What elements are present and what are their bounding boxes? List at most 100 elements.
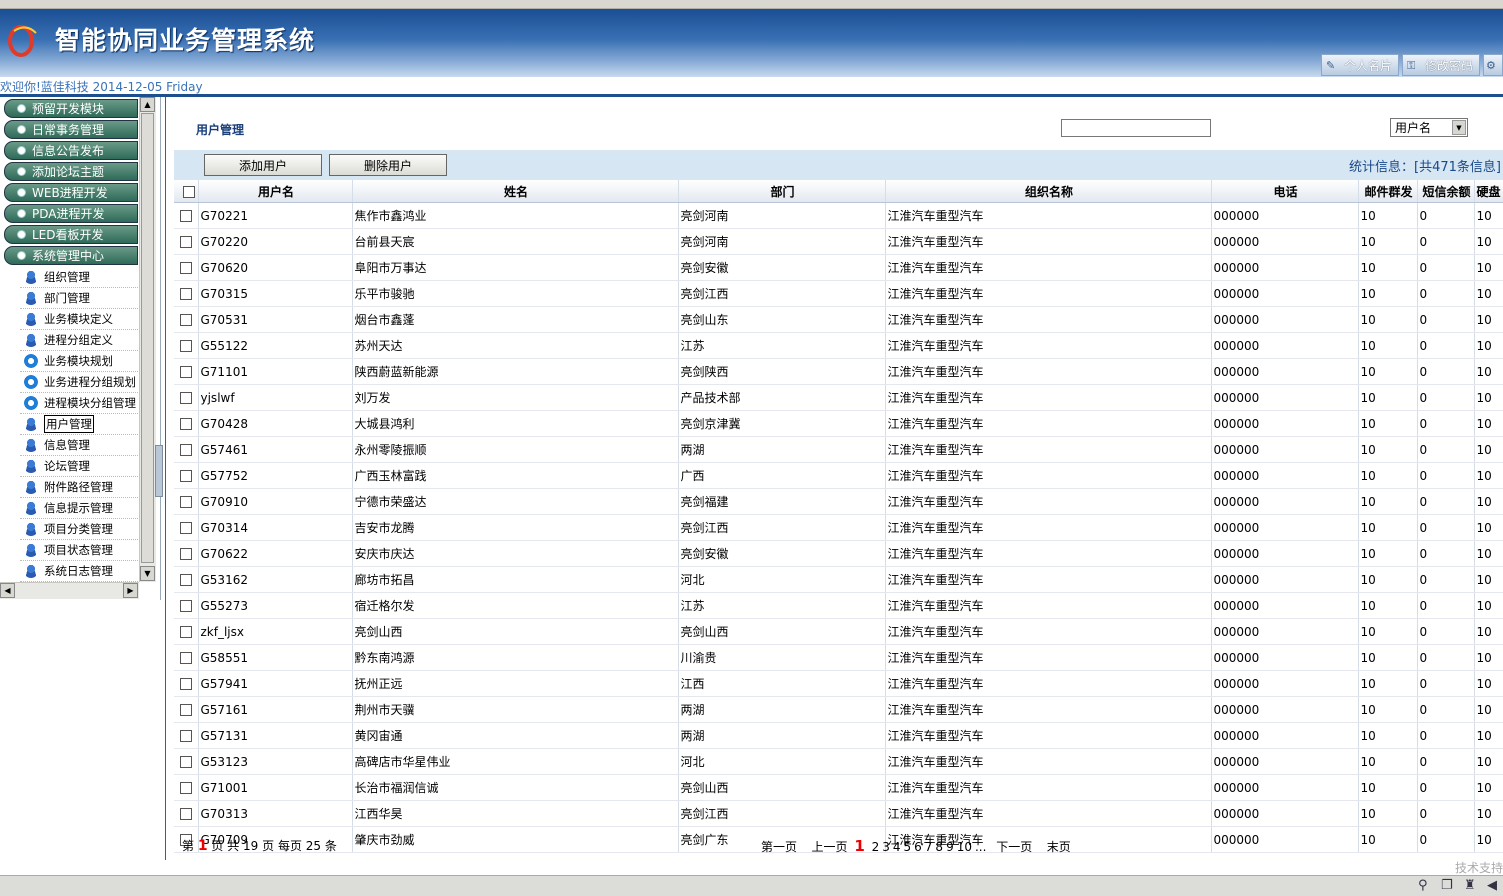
row-checkbox[interactable] (180, 600, 192, 612)
shirt-icon[interactable]: ♜ (1464, 878, 1478, 893)
table-row[interactable]: G70622 安庆市庆达 亮剑安徽 江淮汽车重型汽车 000000 10 0 10 (174, 540, 1503, 567)
table-row[interactable]: G70910 宁德市荣盛达 亮剑福建 江淮汽车重型汽车 000000 10 0 10 (174, 488, 1503, 515)
page-number-link[interactable]: ... (975, 840, 986, 854)
table-row[interactable]: G70620 阜阳市万事达 亮剑安徽 江淮汽车重型汽车 000000 10 0 10 (174, 254, 1503, 281)
table-row[interactable]: G70220 台前县天宸 亮剑河南 江淮汽车重型汽车 000000 10 0 10 (174, 228, 1503, 255)
table-row[interactable]: G53162 廊坊市拓昌 河北 江淮汽车重型汽车 000000 10 0 10 (174, 566, 1503, 593)
table-row[interactable]: G53123 高碑店市华星伟业 河北 江淮汽车重型汽车 000000 10 0 10 (174, 748, 1503, 775)
col-header[interactable]: 部门 (678, 180, 886, 203)
col-header[interactable]: 邮件群发 (1358, 180, 1418, 203)
sidebar-sub-item[interactable]: 系统日志管理 (20, 561, 138, 582)
row-checkbox[interactable] (180, 574, 192, 586)
row-checkbox[interactable] (180, 444, 192, 456)
sidebar-sub-item[interactable]: 项目状态管理 (20, 540, 138, 561)
sidebar-vertical-scrollbar[interactable]: ▲ ▼ (139, 97, 156, 582)
scroll-right-arrow[interactable]: ▶ (123, 583, 138, 598)
row-checkbox[interactable] (180, 548, 192, 560)
select-all-checkbox[interactable] (182, 185, 195, 198)
search-field-select[interactable]: 用户名 ▼ (1390, 118, 1468, 137)
row-checkbox[interactable] (180, 262, 192, 274)
sidebar-menu-item[interactable]: 预留开发模块 (4, 99, 138, 118)
page-number-link[interactable]: 9 (946, 840, 954, 854)
row-checkbox[interactable] (180, 496, 192, 508)
table-row[interactable]: G70221 焦作市鑫鸿业 亮剑河南 江淮汽车重型汽车 000000 10 0 10 (174, 202, 1503, 229)
sidebar-sub-item[interactable]: 用户管理 (20, 414, 138, 435)
col-header[interactable]: 短信余额 (1417, 180, 1475, 203)
page-number-link[interactable]: 8 (935, 840, 943, 854)
prev-page-link[interactable]: 上一页 (811, 840, 847, 854)
sidebar-sub-item[interactable]: 附件路径管理 (20, 477, 138, 498)
table-row[interactable]: G57131 黄冈宙通 两湖 江淮汽车重型汽车 000000 10 0 10 (174, 722, 1503, 749)
sidebar-sub-item[interactable]: 进程模块分组管理 (20, 393, 138, 414)
sidebar-sub-item[interactable]: 信息提示管理 (20, 498, 138, 519)
col-header[interactable]: 用户名 (198, 180, 353, 203)
sidebar-sub-item[interactable]: 组织管理 (20, 267, 138, 288)
row-checkbox[interactable] (180, 340, 192, 352)
page-number-link[interactable]: 5 (904, 840, 912, 854)
row-checkbox[interactable] (180, 756, 192, 768)
search-icon[interactable]: ⚲ (1418, 878, 1432, 893)
row-checkbox[interactable] (180, 782, 192, 794)
business-card-button[interactable]: ✎ 个人名片 (1320, 54, 1399, 76)
delete-user-button[interactable]: 删除用户 (329, 154, 447, 176)
row-checkbox[interactable] (180, 392, 192, 404)
change-password-button[interactable]: ⚿ 修改密码 (1401, 54, 1480, 76)
row-checkbox[interactable] (180, 522, 192, 534)
table-row[interactable]: G57461 永州零陵振顺 两湖 江淮汽车重型汽车 000000 10 0 10 (174, 436, 1503, 463)
row-checkbox[interactable] (180, 288, 192, 300)
sidebar-collapse-handle[interactable] (155, 445, 163, 497)
chevron-down-icon[interactable]: ▼ (1452, 120, 1466, 135)
page-number-link[interactable]: 6 (914, 840, 922, 854)
table-row[interactable]: G70315 乐平市骏驰 亮剑江西 江淮汽车重型汽车 000000 10 0 10 (174, 280, 1503, 307)
add-user-button[interactable]: 添加用户 (204, 154, 322, 176)
table-row[interactable]: G57941 抚州正远 江西 江淮汽车重型汽车 000000 10 0 10 (174, 670, 1503, 697)
exit-button[interactable]: ⚙ (1483, 54, 1503, 76)
table-row[interactable]: G70428 大城县鸿利 亮剑京津冀 江淮汽车重型汽车 000000 10 0 10 (174, 410, 1503, 437)
table-row[interactable]: G71101 陕西蔚蓝新能源 亮剑陕西 江淮汽车重型汽车 000000 10 0 10 (174, 358, 1503, 385)
page-number-link[interactable]: 3 (882, 840, 890, 854)
sidebar-sub-item[interactable]: 进程分组定义 (20, 330, 138, 351)
sidebar-menu-item[interactable]: LED看板开发 (4, 225, 138, 244)
table-row[interactable]: G70313 江西华昊 亮剑江西 江淮汽车重型汽车 000000 10 0 10 (174, 800, 1503, 827)
scroll-left-arrow[interactable]: ◀ (0, 583, 15, 598)
table-row[interactable]: zkf_ljsx 亮剑山西 亮剑山西 江淮汽车重型汽车 000000 10 0 10 (174, 618, 1503, 645)
sidebar-sub-item[interactable]: 论坛管理 (20, 456, 138, 477)
first-page-link[interactable]: 第一页 (761, 840, 797, 854)
row-checkbox[interactable] (180, 808, 192, 820)
table-row[interactable]: G55122 苏州天达 江苏 江淮汽车重型汽车 000000 10 0 10 (174, 332, 1503, 359)
page-number-link[interactable]: 7 (925, 840, 933, 854)
sidebar-menu-item[interactable]: WEB进程开发 (4, 183, 138, 202)
row-checkbox[interactable] (180, 470, 192, 482)
scroll-down-arrow[interactable]: ▼ (140, 566, 155, 581)
row-checkbox[interactable] (180, 210, 192, 222)
row-checkbox[interactable] (180, 366, 192, 378)
col-header[interactable]: 电话 (1211, 180, 1359, 203)
next-page-link[interactable]: 下一页 (996, 840, 1032, 854)
row-checkbox[interactable] (180, 626, 192, 638)
sidebar-menu-item[interactable]: PDA进程开发 (4, 204, 138, 223)
table-row[interactable]: G58551 黔东南鸿源 川渝贵 江淮汽车重型汽车 000000 10 0 10 (174, 644, 1503, 671)
sidebar-sub-item[interactable]: 业务进程分组规划 (20, 372, 138, 393)
col-header[interactable]: 姓名 (352, 180, 679, 203)
col-header[interactable]: 组织名称 (885, 180, 1212, 203)
row-checkbox[interactable] (180, 652, 192, 664)
page-number-link[interactable]: 4 (893, 840, 901, 854)
page-number-link[interactable]: 10 (957, 840, 972, 854)
window-icon[interactable]: ❐ (1441, 878, 1455, 893)
sidebar-menu-item[interactable]: 信息公告发布 (4, 141, 138, 160)
row-checkbox[interactable] (180, 704, 192, 716)
row-checkbox[interactable] (180, 418, 192, 430)
table-row[interactable]: G71001 长治市福润信诚 亮剑山西 江淮汽车重型汽车 000000 10 0 10 (174, 774, 1503, 801)
table-row[interactable]: G70531 烟台市鑫蓬 亮剑山东 江淮汽车重型汽车 000000 10 0 10 (174, 306, 1503, 333)
sidebar-sub-item[interactable]: 业务模块定义 (20, 309, 138, 330)
row-checkbox[interactable] (180, 730, 192, 742)
sidebar-sub-item[interactable]: 部门管理 (20, 288, 138, 309)
last-page-link[interactable]: 末页 (1047, 840, 1071, 854)
sidebar-sub-item[interactable]: 业务模块规划 (20, 351, 138, 372)
row-checkbox[interactable] (180, 236, 192, 248)
sidebar-menu-item[interactable]: 日常事务管理 (4, 120, 138, 139)
sidebar-menu-item[interactable]: 添加论坛主题 (4, 162, 138, 181)
search-input[interactable] (1061, 119, 1211, 137)
table-row[interactable]: G70314 吉安市龙腾 亮剑江西 江淮汽车重型汽车 000000 10 0 10 (174, 514, 1503, 541)
scroll-thumb[interactable] (141, 113, 154, 563)
